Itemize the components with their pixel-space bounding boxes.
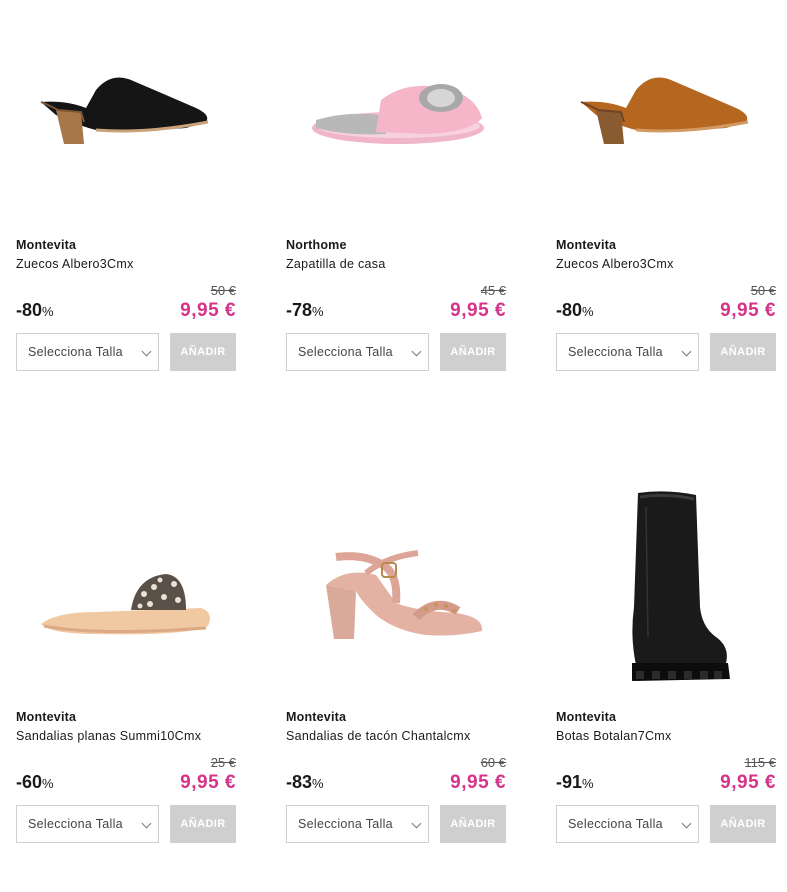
discount-percent: %	[582, 304, 594, 319]
sale-price: 9,95 €	[720, 772, 776, 793]
sale-price: 9,95 €	[720, 300, 776, 321]
discount-percent: %	[312, 776, 324, 791]
sale-price: 9,95 €	[180, 772, 236, 793]
size-select-label: Selecciona Talla	[568, 345, 663, 359]
original-price: 50 €	[210, 283, 236, 298]
product-image[interactable]	[286, 472, 506, 702]
chevron-down-icon	[141, 818, 152, 829]
add-to-cart-button[interactable]: AÑADIR	[170, 805, 236, 843]
discount-badge: -60%	[16, 772, 54, 793]
product-card: Montevita Botas Botalan7Cmx 115 € -91% 9…	[556, 472, 776, 892]
sale-price: 9,95 €	[180, 300, 236, 321]
product-card: Montevita Sandalias planas Summi10Cmx 25…	[16, 472, 236, 892]
product-card: Northome Zapatilla de casa 45 € -78% 9,9…	[286, 0, 506, 420]
original-price: 50 €	[750, 283, 776, 298]
add-to-cart-button[interactable]: AÑADIR	[710, 805, 776, 843]
product-brand: Montevita	[556, 710, 617, 724]
product-image[interactable]	[286, 0, 506, 230]
discount-value: -91	[556, 772, 583, 792]
product-name[interactable]: Botas Botalan7Cmx	[556, 729, 672, 743]
product-image[interactable]	[556, 472, 776, 702]
product-name[interactable]: Zuecos Albero3Cmx	[556, 257, 674, 271]
flat-sandal-icon	[41, 574, 210, 635]
discount-badge: -83%	[286, 772, 324, 793]
discount-percent: %	[582, 776, 594, 791]
discount-badge: -80%	[556, 300, 594, 321]
discount-badge: -78%	[286, 300, 324, 321]
product-brand: Northome	[286, 238, 347, 252]
product-brand: Montevita	[16, 710, 77, 724]
product-card: Montevita Zuecos Albero3Cmx 50 € -80% 9,…	[16, 0, 236, 420]
tan-mule-shoe-icon	[580, 77, 749, 144]
size-select[interactable]: Selecciona Talla	[16, 805, 159, 843]
add-to-cart-button[interactable]: AÑADIR	[710, 333, 776, 371]
discount-value: -78	[286, 300, 313, 320]
product-name[interactable]: Sandalias de tacón Chantalcmx	[286, 729, 471, 743]
discount-value: -80	[16, 300, 43, 320]
add-to-cart-button[interactable]: AÑADIR	[440, 805, 506, 843]
black-boot-icon	[632, 491, 730, 681]
black-mule-shoe-icon	[40, 77, 209, 144]
original-price: 45 €	[480, 283, 506, 298]
original-price: 115 €	[744, 755, 776, 770]
product-brand: Montevita	[556, 238, 617, 252]
discount-badge: -80%	[16, 300, 54, 321]
product-name[interactable]: Zuecos Albero3Cmx	[16, 257, 134, 271]
sale-price: 9,95 €	[450, 300, 506, 321]
product-name[interactable]: Zapatilla de casa	[286, 257, 386, 271]
original-price: 60 €	[480, 755, 506, 770]
size-select-label: Selecciona Talla	[568, 817, 663, 831]
chevron-down-icon	[681, 346, 692, 357]
discount-percent: %	[312, 304, 324, 319]
product-brand: Montevita	[16, 238, 77, 252]
size-select[interactable]: Selecciona Talla	[286, 333, 429, 371]
product-image[interactable]	[556, 0, 776, 230]
size-select-label: Selecciona Talla	[28, 817, 123, 831]
add-to-cart-button[interactable]: AÑADIR	[170, 333, 236, 371]
pink-slipper-icon	[312, 84, 484, 144]
heel-sandal-icon	[326, 550, 483, 639]
product-card: Montevita Sandalias de tacón Chantalcmx …	[286, 472, 506, 892]
discount-badge: -91%	[556, 772, 594, 793]
size-select-label: Selecciona Talla	[298, 345, 393, 359]
sale-price: 9,95 €	[450, 772, 506, 793]
chevron-down-icon	[141, 346, 152, 357]
product-image[interactable]	[16, 472, 236, 702]
size-select-label: Selecciona Talla	[28, 345, 123, 359]
add-to-cart-button[interactable]: AÑADIR	[440, 333, 506, 371]
size-select[interactable]: Selecciona Talla	[286, 805, 429, 843]
product-card: Montevita Zuecos Albero3Cmx 50 € -80% 9,…	[556, 0, 776, 420]
original-price: 25 €	[210, 755, 236, 770]
chevron-down-icon	[411, 346, 422, 357]
discount-value: -80	[556, 300, 583, 320]
product-name[interactable]: Sandalias planas Summi10Cmx	[16, 729, 201, 743]
discount-value: -83	[286, 772, 313, 792]
discount-value: -60	[16, 772, 43, 792]
chevron-down-icon	[681, 818, 692, 829]
product-brand: Montevita	[286, 710, 347, 724]
discount-percent: %	[42, 304, 54, 319]
size-select[interactable]: Selecciona Talla	[556, 805, 699, 843]
product-image[interactable]	[16, 0, 236, 230]
chevron-down-icon	[411, 818, 422, 829]
size-select[interactable]: Selecciona Talla	[556, 333, 699, 371]
discount-percent: %	[42, 776, 54, 791]
size-select[interactable]: Selecciona Talla	[16, 333, 159, 371]
size-select-label: Selecciona Talla	[298, 817, 393, 831]
